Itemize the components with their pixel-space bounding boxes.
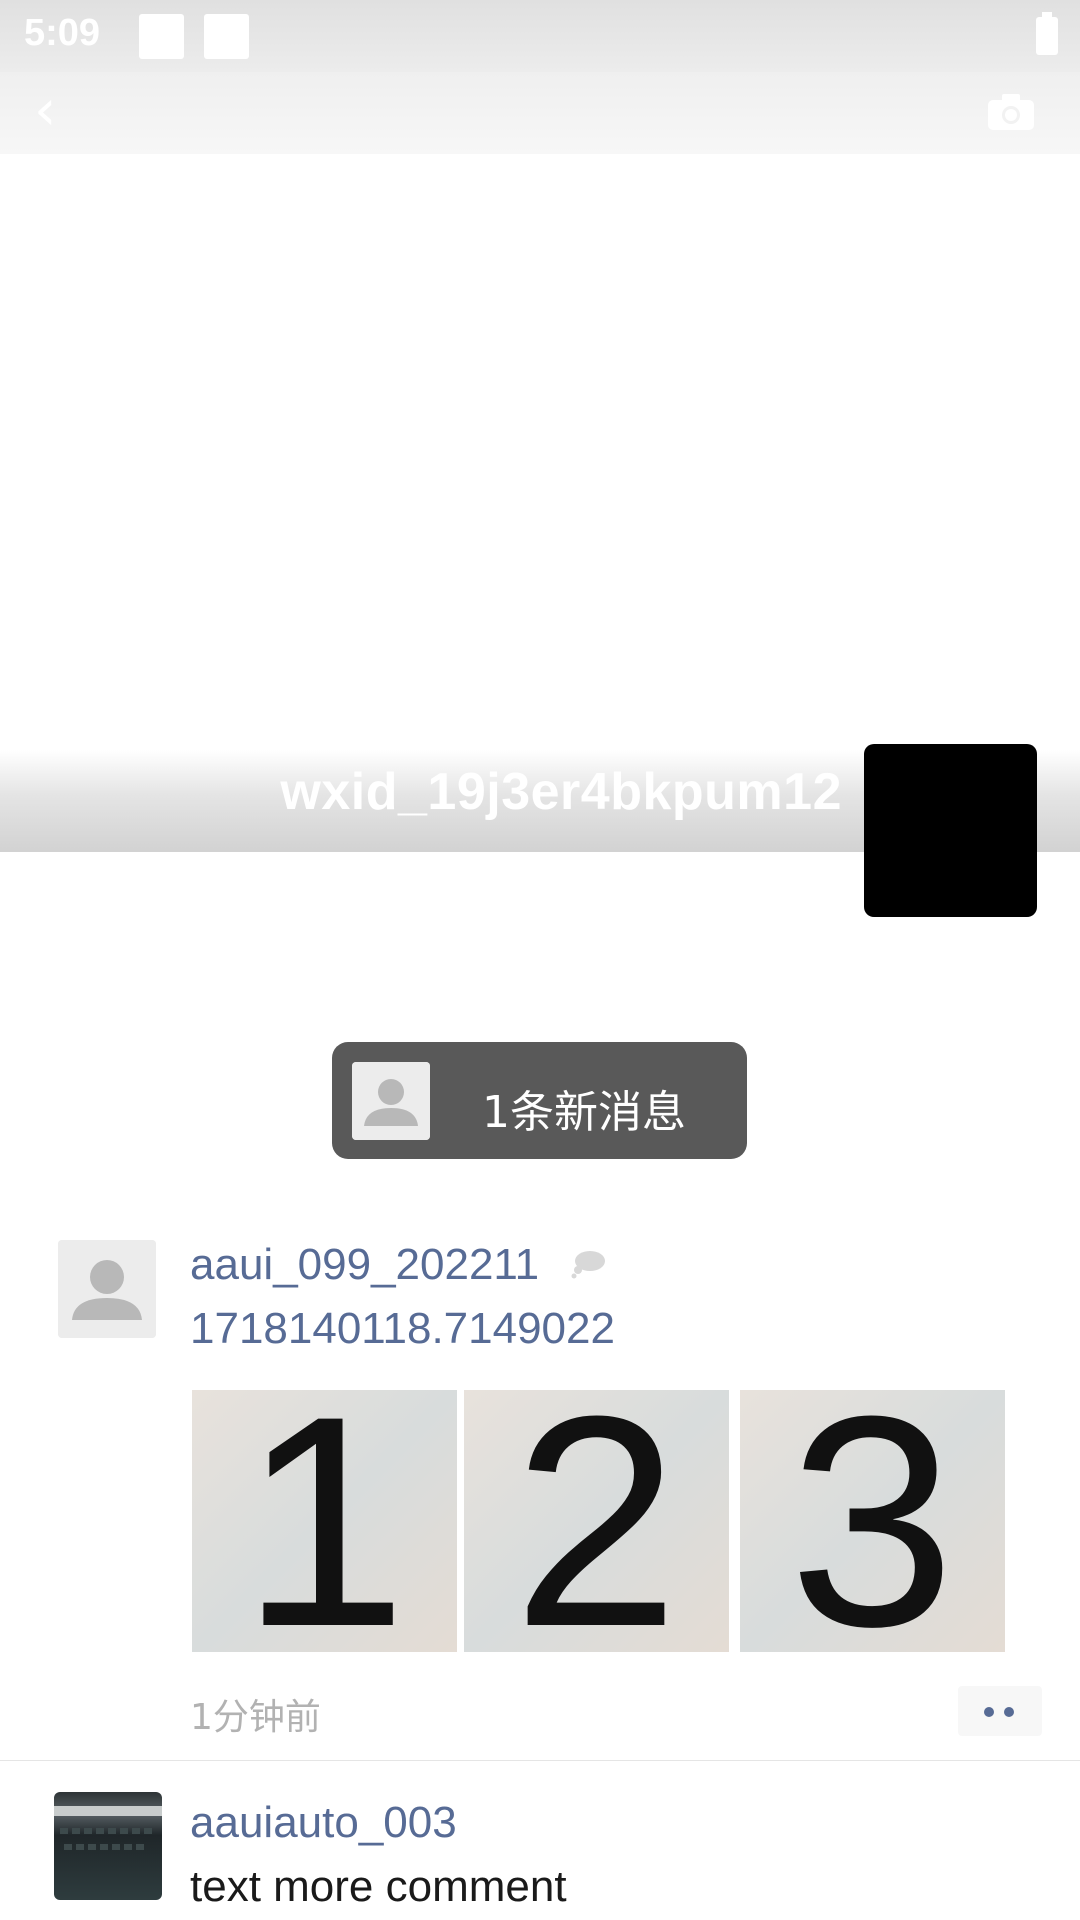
post-photo-3[interactable]: 3 — [740, 1390, 1005, 1652]
back-arrow-icon[interactable]: ‹ — [34, 83, 74, 139]
cover-image[interactable] — [0, 154, 1080, 754]
default-avatar-icon — [352, 1062, 430, 1140]
title-bar: ‹ — [0, 72, 1080, 154]
profile-nickname: wxid_19j3er4bkpum12 — [280, 763, 842, 821]
notice-text: 1条新消息 — [482, 1087, 686, 1138]
status-time: 5:09 — [24, 12, 101, 54]
more-dots-icon[interactable] — [958, 1686, 1042, 1736]
battery-icon — [1036, 12, 1058, 55]
photo-digit: 1 — [241, 1390, 408, 1652]
status-bar: 5:09 — [0, 0, 1080, 72]
default-avatar-icon — [58, 1240, 156, 1338]
post-divider — [0, 1760, 1080, 1761]
post-text: 1718140118.7149022 — [190, 1304, 615, 1353]
post-text: text more comment — [190, 1862, 567, 1911]
camera-icon[interactable] — [986, 92, 1036, 132]
photo-digit: 3 — [789, 1390, 956, 1652]
comment-cloud-icon — [570, 1248, 608, 1280]
post-author-avatar[interactable] — [54, 1792, 162, 1900]
post-timestamp: 1分钟前 — [190, 1697, 321, 1738]
post-author-name[interactable]: aauiauto_003 — [190, 1798, 457, 1848]
post-photo-1[interactable]: 1 — [192, 1390, 457, 1652]
post-author-name[interactable]: aaui_099_202211 — [190, 1240, 539, 1290]
photo-digit: 2 — [513, 1390, 680, 1652]
new-message-notice[interactable]: 1条新消息 — [332, 1042, 747, 1159]
notification-icon — [139, 14, 184, 59]
notification-icon — [204, 14, 249, 59]
notice-avatar — [352, 1062, 430, 1140]
profile-avatar[interactable] — [864, 744, 1037, 917]
post-author-avatar[interactable] — [58, 1240, 156, 1338]
post-photo-2[interactable]: 2 — [464, 1390, 729, 1652]
